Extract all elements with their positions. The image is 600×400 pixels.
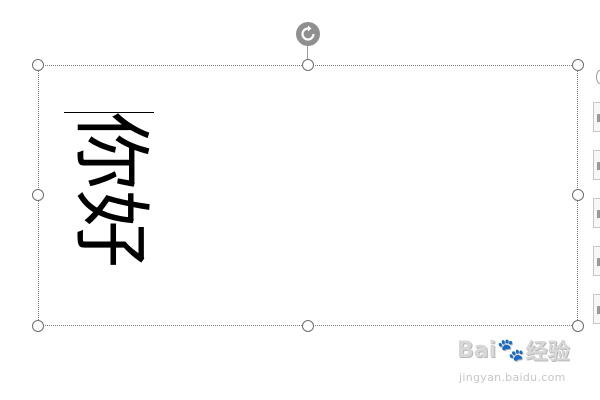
text-box-content[interactable]: 你好: [64, 112, 155, 282]
rotate-handle-stem: [307, 46, 308, 60]
resize-handle-bottom[interactable]: [302, 320, 314, 332]
text-box-text[interactable]: 你好: [65, 112, 155, 282]
slide-canvas: 你好 Bai 🐾 经验 jingyan.baidu.com: [0, 0, 600, 400]
resize-handle-right[interactable]: [572, 189, 584, 201]
side-toolbar-button-4[interactable]: [593, 246, 600, 276]
side-toolbar-button-3[interactable]: [593, 198, 600, 228]
side-toolbar-button-1[interactable]: [593, 102, 600, 132]
watermark-logo-text-1: Bai: [457, 337, 497, 363]
resize-handle-top[interactable]: [302, 59, 314, 71]
resize-handle-bottom-right[interactable]: [572, 320, 584, 332]
resize-handle-left[interactable]: [32, 189, 44, 201]
rotate-icon[interactable]: [296, 22, 320, 46]
resize-handle-bottom-left[interactable]: [32, 320, 44, 332]
side-toolbar-button-5[interactable]: [593, 294, 600, 324]
side-toolbar-button-2[interactable]: [593, 150, 600, 180]
paw-icon: 🐾: [497, 337, 525, 363]
watermark-url: jingyan.baidu.com: [459, 371, 566, 384]
baidu-jingyan-watermark: Bai 🐾 经验 jingyan.baidu.com: [455, 334, 585, 390]
watermark-logo-text-2: 经验: [525, 340, 570, 365]
watermark-logo: Bai 🐾 经验: [457, 334, 570, 366]
resize-handle-top-left[interactable]: [32, 59, 44, 71]
side-toolbar: [593, 60, 600, 360]
resize-handle-top-right[interactable]: [572, 59, 584, 71]
